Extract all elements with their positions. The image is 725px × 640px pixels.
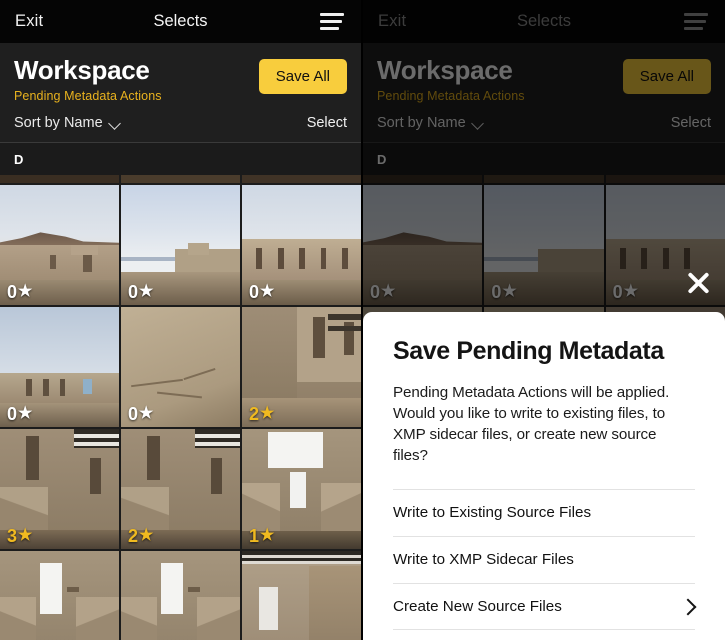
photo-cell[interactable]: 3 ★ — [0, 429, 119, 550]
photo-cell[interactable]: 0★ — [242, 185, 361, 306]
select-button[interactable]: Select — [307, 115, 347, 131]
exit-button[interactable]: Exit — [15, 12, 43, 31]
save-pending-metadata-dialog: Save Pending Metadata Pending Metadata A… — [363, 312, 725, 640]
photo-cell[interactable]: 0★ — [0, 307, 119, 428]
workspace-header: Workspace Pending Metadata Actions Save … — [0, 43, 361, 143]
option-label: Write to XMP Sidecar Files — [393, 551, 574, 569]
photo-rating: 0★ — [249, 282, 275, 303]
photo-rating: 0★ — [128, 404, 154, 425]
right-screen: Exit Selects Workspace Pending Metadata … — [363, 0, 725, 640]
option-create-new-source-files[interactable]: Create New Source Files — [393, 582, 695, 630]
photo-cell[interactable] — [0, 175, 119, 184]
save-all-button[interactable]: Save All — [258, 59, 347, 94]
option-label: Write to Existing Source Files — [393, 504, 592, 522]
section-header-letter: D — [0, 142, 361, 176]
sort-by-name-dropdown[interactable]: Sort by Name — [14, 115, 121, 131]
photo-cell[interactable] — [242, 551, 361, 640]
photo-grid: 0 ★ 0 ★ 0 ★ 0 ★ 0 ★ 2 ★ 3 ★ 2 ★ 1 ★ — [0, 175, 361, 640]
photo-cell[interactable] — [242, 175, 361, 184]
photo-rating: 0★ — [7, 282, 33, 303]
workspace-subtitle: Pending Metadata Actions — [14, 89, 162, 104]
photo-cell[interactable]: 2 ★ — [121, 429, 240, 550]
option-write-to-existing-source-files[interactable]: Write to Existing Source Files — [393, 488, 695, 536]
option-label: Create New Source Files — [393, 597, 562, 615]
dialog-body-text: Pending Metadata Actions will be applied… — [393, 384, 670, 464]
dialog-options-list: Write to Existing Source Files Write to … — [393, 488, 695, 630]
close-icon[interactable] — [678, 262, 718, 302]
option-write-to-xmp-sidecar-files[interactable]: Write to XMP Sidecar Files — [393, 535, 695, 583]
photo-cell[interactable] — [121, 175, 240, 184]
photo-cell[interactable]: 1 ★ — [242, 429, 361, 550]
photo-cell[interactable]: 0★ — [0, 185, 119, 306]
photo-cell[interactable]: 2 ★ — [242, 307, 361, 428]
photo-rating: 1 ★ — [249, 526, 275, 547]
hamburger-menu-icon[interactable] — [320, 13, 344, 30]
photo-rating: 0★ — [128, 282, 154, 303]
chevron-right-icon — [681, 599, 695, 613]
photo-rating: 3 ★ — [7, 526, 33, 547]
top-navbar: Exit Selects — [0, 0, 361, 43]
dual-screenshot-stage: Exit Selects Workspace Pending Metadata … — [0, 0, 725, 640]
photo-cell[interactable] — [121, 551, 240, 640]
chevron-down-icon — [110, 119, 121, 130]
page-title: Selects — [153, 12, 208, 30]
photo-cell[interactable] — [0, 551, 119, 640]
dialog-title: Save Pending Metadata — [393, 337, 664, 365]
photo-rating: 0★ — [7, 404, 33, 425]
photo-cell[interactable]: 0★ — [121, 185, 240, 306]
sort-by-label: Sort by Name — [14, 115, 103, 132]
photo-rating: 2 ★ — [128, 526, 154, 547]
left-screen: Exit Selects Workspace Pending Metadata … — [0, 0, 361, 640]
photo-rating: 2 ★ — [249, 404, 275, 425]
photo-cell[interactable]: 0★ — [121, 307, 240, 428]
workspace-title: Workspace — [14, 55, 150, 85]
